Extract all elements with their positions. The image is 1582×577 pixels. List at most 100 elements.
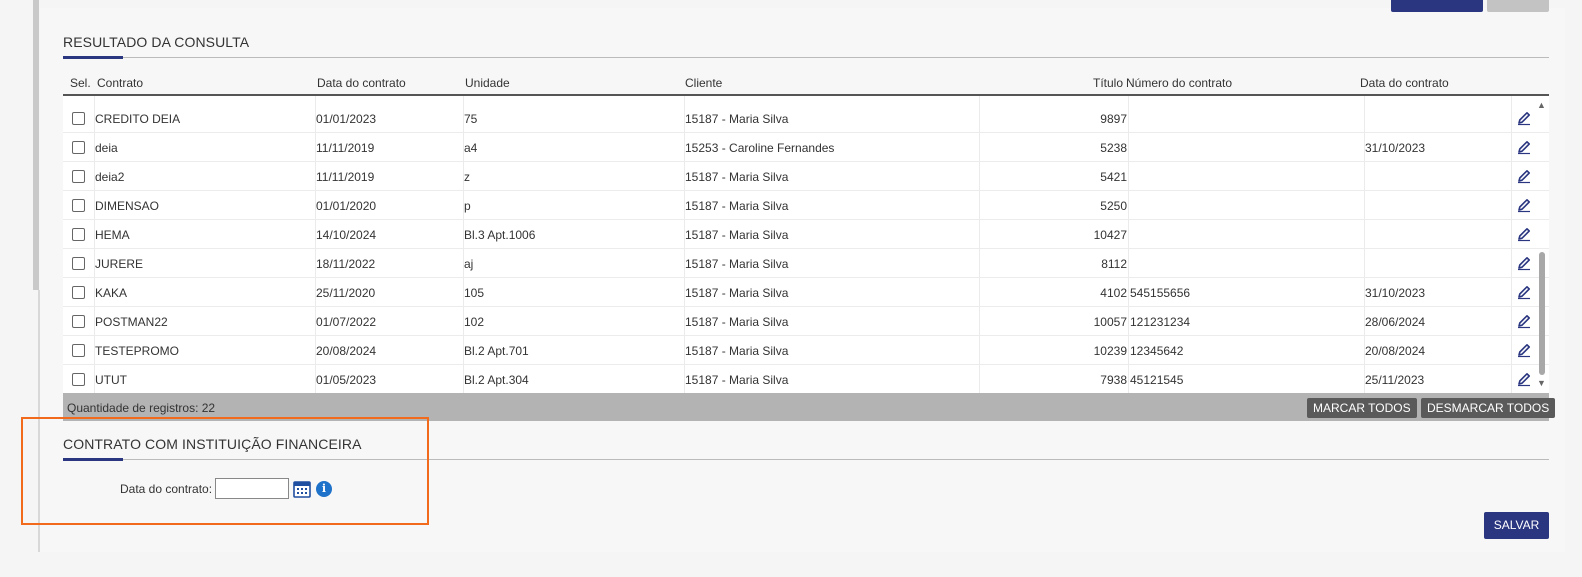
cell-unidade: a4: [464, 141, 478, 155]
header-cliente[interactable]: Cliente: [685, 76, 722, 90]
cell-titulo: 5238: [1100, 141, 1127, 155]
scrollbar-thumb[interactable]: [1539, 252, 1545, 375]
row-checkbox[interactable]: [72, 199, 85, 212]
column-separator: [463, 96, 464, 393]
edit-pencil-icon[interactable]: [1516, 371, 1532, 387]
edit-pencil-icon[interactable]: [1516, 284, 1532, 300]
table-row[interactable]: CREDITO DEIA 01/01/2023 75 15187 - Maria Si…: [63, 104, 1549, 133]
cell-contrato: HEMA: [95, 228, 130, 242]
left-scrollbar[interactable]: [33, 0, 39, 290]
cell-data-contrato: 28/06/2024: [1365, 315, 1426, 329]
cell-titulo: 7938: [1100, 373, 1127, 387]
row-checkbox[interactable]: [72, 257, 85, 270]
table-row[interactable]: deia 11/11/2019 a4 15253 - Caroline Fernand…: [63, 133, 1549, 162]
row-checkbox[interactable]: [72, 170, 85, 183]
table-row[interactable]: UTUT 01/05/2023 Bl.2 Apt.304 15187 - Maria …: [63, 365, 1549, 393]
row-checkbox[interactable]: [72, 315, 85, 328]
cell-contrato: DIMENSAO: [95, 199, 160, 213]
header-numero-contrato[interactable]: Número do contrato: [1126, 76, 1232, 90]
cell-unidade: aj: [464, 257, 474, 271]
table-row[interactable]: KAKA 25/11/2020 105 15187 - Maria Silva 4102…: [63, 278, 1549, 307]
table-header: Sel. Contrato Data do contrato Unidade C…: [63, 74, 1549, 94]
scroll-down-icon[interactable]: ▼: [1537, 378, 1546, 388]
cell-cliente: 15253 - Caroline Fernandes: [685, 141, 835, 155]
column-separator: [315, 96, 316, 393]
edit-pencil-icon[interactable]: [1516, 342, 1532, 358]
header-data[interactable]: Data do contrato: [317, 76, 406, 90]
cell-cliente: 15187 - Maria Silva: [685, 228, 789, 242]
cell-numero-contrato: 45121545: [1130, 373, 1184, 387]
header-contrato[interactable]: Contrato: [97, 76, 143, 90]
cell-data-contrato: 25/11/2023: [1365, 373, 1425, 387]
table-row[interactable]: JURERE 18/11/2022 aj 15187 - Maria Silva 811…: [63, 249, 1549, 278]
table-scrollbar[interactable]: ▲ ▼: [1537, 100, 1547, 390]
deselect-all-button[interactable]: DESMARCAR TODOS: [1421, 398, 1556, 418]
column-separator: [1511, 96, 1512, 393]
save-button[interactable]: SALVAR: [1484, 512, 1549, 539]
cell-titulo: 9897: [1100, 112, 1127, 126]
scroll-up-icon[interactable]: ▲: [1537, 100, 1546, 110]
edit-pencil-icon[interactable]: [1516, 110, 1532, 126]
column-separator: [1128, 96, 1129, 393]
cell-cliente: 15187 - Maria Silva: [685, 286, 789, 300]
table-row[interactable]: DIMENSAO 01/01/2020 p 15187 - Maria Silva 52…: [63, 191, 1549, 220]
row-checkbox[interactable]: [72, 373, 85, 386]
edit-pencil-icon[interactable]: [1516, 197, 1532, 213]
select-all-button[interactable]: MARCAR TODOS: [1307, 398, 1417, 418]
consultar-button[interactable]: [1391, 0, 1483, 12]
cell-contrato: JURERE: [95, 257, 144, 271]
table-row[interactable]: TESTEPROMO 20/08/2024 Bl.2 Apt.701 15187 - …: [63, 336, 1549, 365]
cell-data: 20/08/2024: [316, 344, 377, 358]
cell-cliente: 15187 - Maria Silva: [685, 315, 789, 329]
cell-data-contrato: 31/10/2023: [1365, 141, 1426, 155]
cell-unidade: Bl.2 Apt.304: [464, 373, 529, 387]
header-unidade[interactable]: Unidade: [465, 76, 510, 90]
cell-unidade: 75: [464, 112, 478, 126]
table-row[interactable]: HEMA 14/10/2024 Bl.3 Apt.1006 15187 - Maria…: [63, 220, 1549, 249]
header-sel[interactable]: Sel.: [70, 76, 91, 90]
column-separator: [979, 96, 980, 393]
cell-data: 25/11/2020: [316, 286, 376, 300]
cell-cliente: 15187 - Maria Silva: [685, 170, 789, 184]
row-checkbox[interactable]: [72, 112, 85, 125]
column-separator: [684, 96, 685, 393]
header-titulo[interactable]: Título: [1093, 76, 1123, 90]
cell-unidade: Bl.2 Apt.701: [464, 344, 529, 358]
cell-cliente: 15187 - Maria Silva: [685, 112, 789, 126]
table-row[interactable]: deia2 11/11/2019 z 15187 - Maria Silva 5421: [63, 162, 1549, 191]
row-checkbox[interactable]: [72, 286, 85, 299]
row-checkbox[interactable]: [72, 141, 85, 154]
cell-data: 18/11/2022: [316, 257, 376, 271]
cell-cliente: 15187 - Maria Silva: [685, 257, 789, 271]
cell-contrato: KAKA: [95, 286, 128, 300]
cell-data-contrato: 20/08/2024: [1365, 344, 1426, 358]
cell-data: 01/01/2020: [316, 199, 377, 213]
header-data-contrato[interactable]: Data do contrato: [1360, 76, 1449, 90]
cell-numero-contrato: 545155656: [1130, 286, 1191, 300]
cell-titulo: 8112: [1101, 257, 1127, 271]
row-checkbox[interactable]: [72, 228, 85, 241]
row-checkbox[interactable]: [72, 344, 85, 357]
edit-pencil-icon[interactable]: [1516, 139, 1532, 155]
results-section-divider: [63, 57, 1549, 58]
table-row[interactable]: POSTMAN22 01/07/2022 102 15187 - Maria Silv…: [63, 307, 1549, 336]
edit-pencil-icon[interactable]: [1516, 255, 1532, 271]
cell-data: 11/11/2019: [316, 141, 375, 155]
cell-contrato: POSTMAN22: [95, 315, 168, 329]
cell-contrato: deia: [95, 141, 118, 155]
cell-data: 01/01/2023: [316, 112, 377, 126]
cell-titulo: 5421: [1100, 170, 1127, 184]
edit-pencil-icon[interactable]: [1516, 313, 1532, 329]
column-separator: [1364, 96, 1365, 393]
cell-numero-contrato: 12345642: [1130, 344, 1184, 358]
limpar-button[interactable]: [1487, 0, 1549, 12]
cell-contrato: CREDITO DEIA: [95, 112, 181, 126]
cell-titulo: 5250: [1100, 199, 1127, 213]
cell-numero-contrato: 121231234: [1130, 315, 1191, 329]
results-table-body: CREDITO DEIA 01/01/2023 75 15187 - Maria Si…: [63, 96, 1549, 393]
edit-pencil-icon[interactable]: [1516, 226, 1532, 242]
edit-pencil-icon[interactable]: [1516, 168, 1532, 184]
cell-titulo: 10057: [1093, 315, 1127, 329]
record-count: Quantidade de registros: 22: [67, 401, 216, 415]
cell-cliente: 15187 - Maria Silva: [685, 373, 789, 387]
